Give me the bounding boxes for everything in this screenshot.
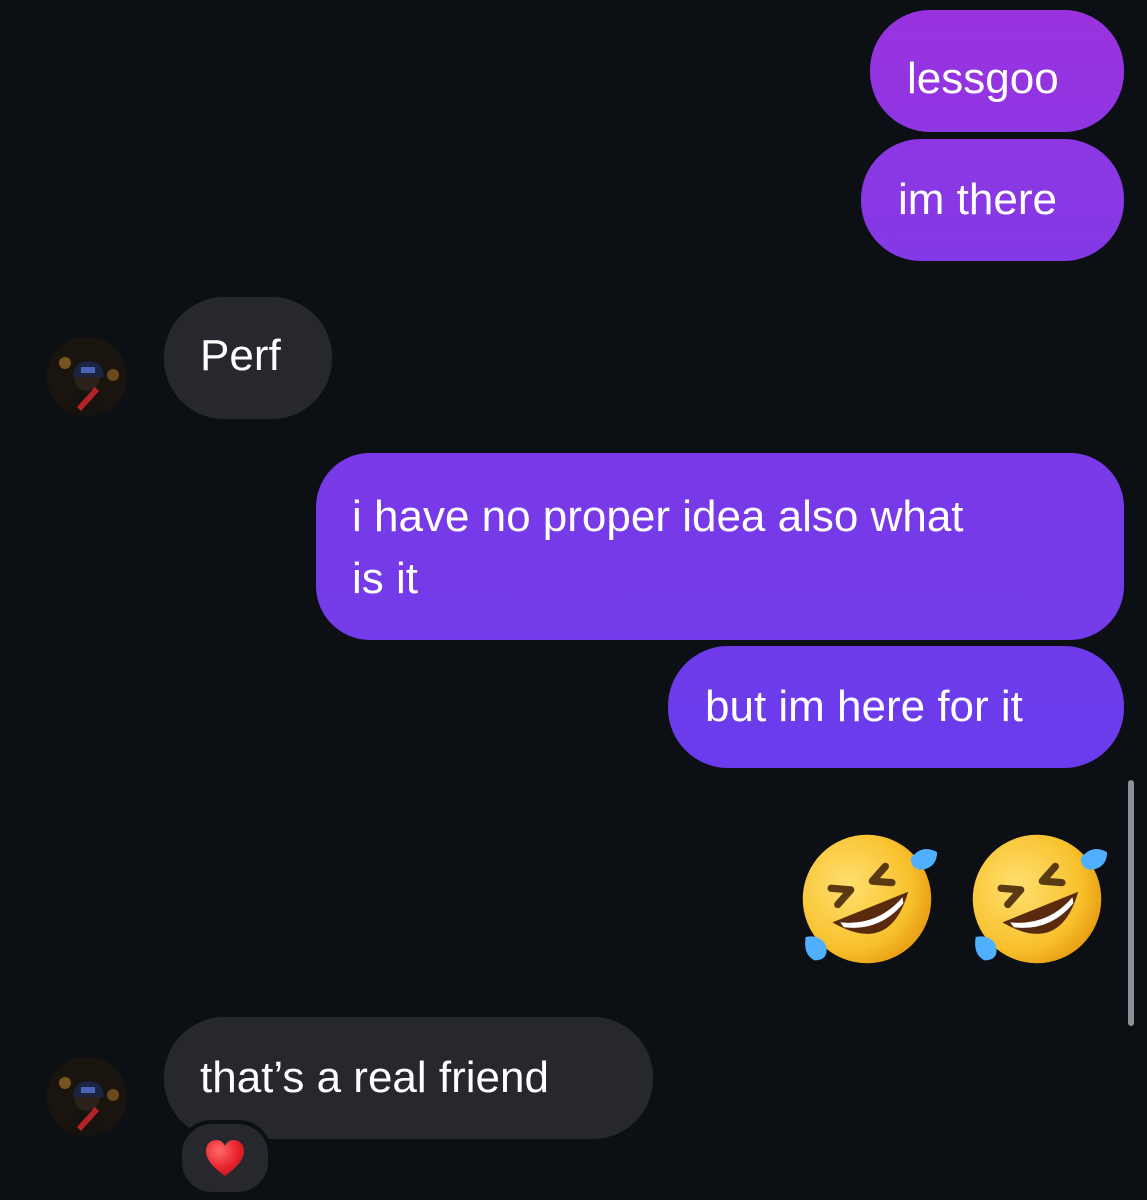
avatar-photo	[47, 1057, 127, 1137]
message-text-line: i have no proper idea also what	[352, 492, 964, 541]
scrollbar[interactable]	[1128, 780, 1134, 1026]
message-bubble-received[interactable]: Perf	[164, 297, 332, 419]
message-text-line: is it	[352, 554, 418, 603]
message-bubble-sent[interactable]: im there	[861, 139, 1124, 261]
message-text: lessgoo	[907, 54, 1059, 103]
contact-avatar[interactable]	[47, 337, 127, 417]
message-bubble-sent[interactable]: i have no proper idea also what is it	[316, 453, 1124, 640]
red-heart-icon	[206, 1140, 244, 1176]
rolling-on-floor-laughing-icon	[972, 834, 1108, 964]
message-text: but im here for it	[705, 682, 1023, 731]
rolling-on-floor-laughing-icon	[802, 834, 938, 964]
avatar-photo	[47, 337, 127, 417]
message-bubble-sent[interactable]: but im here for it	[668, 646, 1124, 768]
message-text: that’s a real friend	[200, 1053, 549, 1102]
contact-avatar[interactable]	[47, 1057, 127, 1137]
message-bubble-sent[interactable]: lessgoo	[870, 10, 1124, 132]
message-text: im there	[898, 175, 1057, 224]
message-text: Perf	[200, 331, 281, 380]
message-reaction[interactable]	[178, 1120, 272, 1196]
